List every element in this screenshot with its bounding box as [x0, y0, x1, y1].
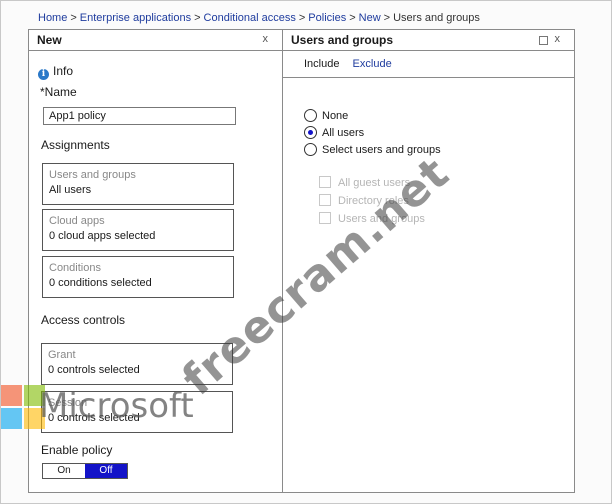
close-icon[interactable]: x: [555, 33, 561, 45]
radio-circle: [304, 143, 317, 156]
radio-none[interactable]: None: [304, 109, 348, 122]
card-value: 0 cloud apps selected: [49, 230, 156, 242]
breadcrumb-conditional-access[interactable]: Conditional access: [204, 12, 296, 24]
conditions-card[interactable]: Conditions 0 conditions selected: [42, 256, 234, 298]
blades-container: New x i Info *Name App1 policy Assignment…: [28, 29, 575, 493]
name-label: *Name: [40, 85, 77, 99]
radio-label: Select users and groups: [322, 144, 441, 156]
users-and-groups-blade: Users and groups x Include Exclude None …: [283, 30, 574, 492]
enable-policy-toggle[interactable]: On Off: [42, 463, 128, 479]
breadcrumb-current: Users and groups: [393, 12, 480, 24]
checkbox-all-guest-users[interactable]: All guest users: [319, 176, 410, 189]
policy-name-input[interactable]: App1 policy: [43, 107, 236, 125]
grant-card[interactable]: Grant 0 controls selected: [41, 343, 233, 385]
breadcrumb-enterprise-applications[interactable]: Enterprise applications: [80, 12, 191, 24]
card-value: 0 conditions selected: [49, 277, 152, 289]
close-icon[interactable]: x: [263, 33, 269, 45]
cloud-apps-card[interactable]: Cloud apps 0 cloud apps selected: [42, 209, 234, 251]
screenshot-frame: Home > Enterprise applications > Conditional…: [0, 0, 612, 504]
info-label: Info: [53, 64, 74, 78]
breadcrumb-policies[interactable]: Policies: [308, 12, 346, 24]
radio-select-users-and-groups[interactable]: Select users and groups: [304, 143, 441, 156]
radio-all-users[interactable]: All users: [304, 126, 364, 139]
users-blade-header: Users and groups x: [283, 30, 574, 51]
radio-circle: [304, 126, 317, 139]
checkbox-directory-roles[interactable]: Directory roles: [319, 194, 409, 207]
radio-label: All users: [322, 127, 365, 139]
checkbox-label: All guest users: [338, 177, 411, 189]
include-exclude-tabs: Include Exclude: [304, 58, 402, 70]
info-icon: i: [38, 69, 49, 80]
tab-exclude[interactable]: Exclude: [353, 58, 392, 70]
toggle-off[interactable]: Off: [85, 464, 127, 478]
checkbox-box: [319, 212, 331, 224]
checkbox-users-and-groups[interactable]: Users and groups: [319, 212, 425, 225]
users-blade-title: Users and groups: [291, 33, 394, 47]
enable-policy-label: Enable policy: [41, 443, 113, 457]
info-link[interactable]: i Info: [38, 64, 73, 80]
users-and-groups-card[interactable]: Users and groups All users: [42, 163, 234, 205]
radio-circle: [304, 109, 317, 122]
toggle-on[interactable]: On: [43, 464, 85, 478]
new-blade-header: New x: [29, 30, 282, 51]
card-title: Session: [48, 397, 88, 409]
access-controls-heading: Access controls: [41, 313, 126, 327]
checkbox-box: [319, 176, 331, 188]
new-blade-title: New: [37, 33, 62, 47]
card-value: 0 controls selected: [48, 412, 140, 424]
card-title: Conditions: [49, 262, 101, 274]
checkbox-box: [319, 194, 331, 206]
card-title: Users and groups: [49, 169, 136, 181]
card-value: 0 controls selected: [48, 364, 140, 376]
maximize-icon[interactable]: [539, 36, 548, 45]
tab-include[interactable]: Include: [304, 58, 339, 70]
checkbox-label: Directory roles: [338, 195, 409, 207]
card-title: Cloud apps: [49, 215, 105, 227]
breadcrumb: Home > Enterprise applications > Conditional…: [38, 12, 480, 24]
assignments-heading: Assignments: [41, 138, 110, 152]
card-value: All users: [49, 184, 92, 196]
breadcrumb-new[interactable]: New: [359, 12, 381, 24]
card-title: Grant: [48, 349, 76, 361]
breadcrumb-home[interactable]: Home: [38, 12, 67, 24]
checkbox-label: Users and groups: [338, 213, 425, 225]
new-policy-blade: New x i Info *Name App1 policy Assignment…: [29, 30, 283, 492]
tabs-divider: [283, 77, 574, 78]
radio-label: None: [322, 110, 349, 122]
session-card[interactable]: Session 0 controls selected: [41, 391, 233, 433]
